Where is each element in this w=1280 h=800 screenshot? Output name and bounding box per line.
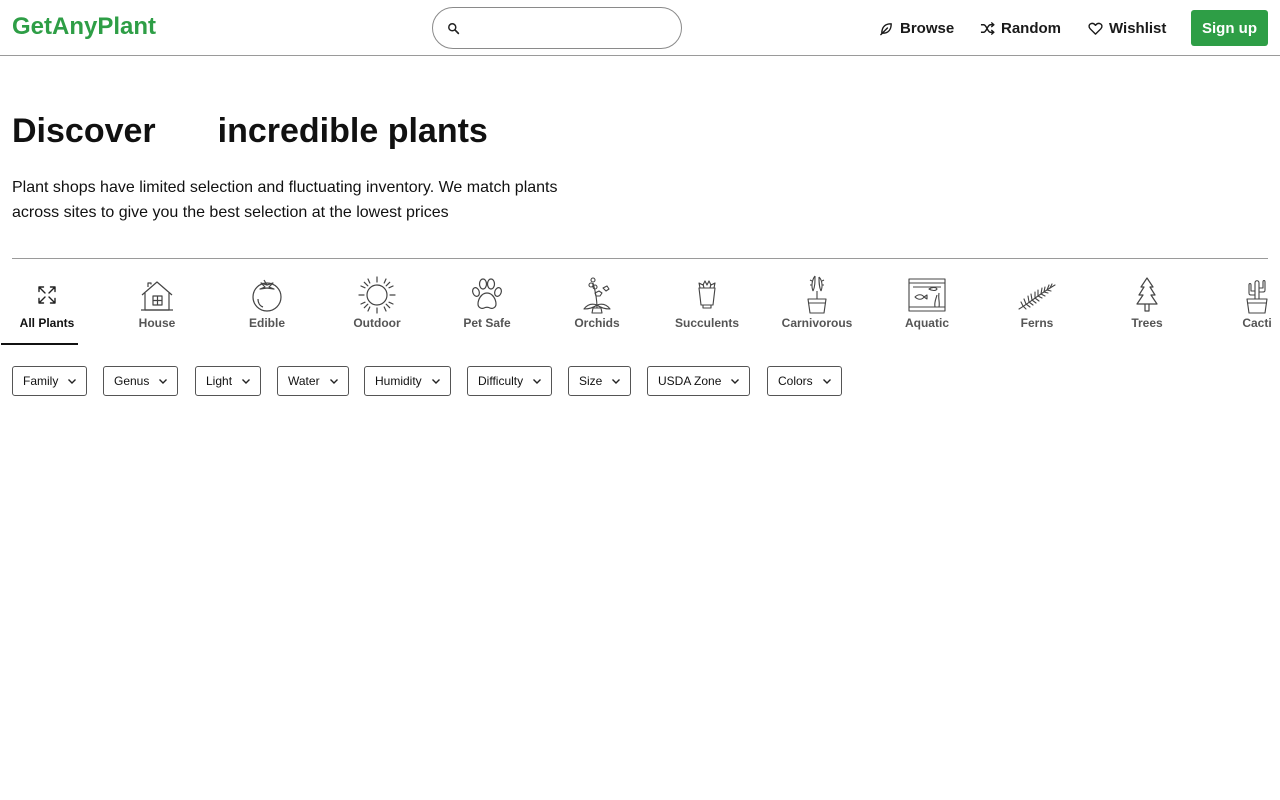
nav-browse-label: Browse xyxy=(900,19,955,37)
filter-label: Humidity xyxy=(375,374,422,388)
expand-arrows-icon xyxy=(38,286,56,304)
category-label: Carnivorous xyxy=(781,316,853,330)
category-aquatic[interactable]: Aquatic xyxy=(872,259,982,347)
filter-label: Water xyxy=(288,374,320,388)
paw-icon xyxy=(472,278,502,309)
category-trees[interactable]: Trees xyxy=(1092,259,1202,347)
chevron-down-icon xyxy=(822,379,831,384)
chevron-down-icon xyxy=(612,379,621,384)
filter-difficulty-dropdown[interactable]: Difficulty xyxy=(467,366,553,396)
nav-wishlist-label: Wishlist xyxy=(1109,19,1167,37)
filter-genus-dropdown[interactable]: Genus xyxy=(103,366,179,396)
filter-usda-zone-dropdown[interactable]: USDA Zone xyxy=(647,366,751,396)
category-edible[interactable]: Edible xyxy=(212,259,322,347)
chevron-down-icon xyxy=(159,379,168,384)
filter-water-dropdown[interactable]: Water xyxy=(277,366,349,396)
nav-browse-link[interactable]: Browse xyxy=(879,17,954,39)
filter-label: Light xyxy=(206,374,233,388)
filter-size-dropdown[interactable]: Size xyxy=(568,366,632,396)
category-label: Outdoor xyxy=(353,316,401,330)
category-label: Trees xyxy=(1131,316,1163,330)
filter-label: Difficulty xyxy=(478,374,524,388)
carnivorous-plant-icon xyxy=(807,275,827,314)
succulent-icon xyxy=(698,280,716,309)
filter-label: Size xyxy=(579,374,603,388)
category-carnivorous[interactable]: Carnivorous xyxy=(762,259,872,347)
filter-label: USDA Zone xyxy=(658,374,722,388)
site-logo[interactable]: GetAnyPlant xyxy=(12,13,156,41)
leaf-icon xyxy=(880,22,892,35)
nav-wishlist-link[interactable]: Wishlist xyxy=(1088,17,1166,39)
category-ferns[interactable]: Ferns xyxy=(982,259,1092,347)
category-house[interactable]: House xyxy=(102,259,212,347)
category-outdoor[interactable]: Outdoor xyxy=(322,259,432,347)
cactus-icon xyxy=(1246,279,1268,314)
tree-icon xyxy=(1136,277,1158,312)
filter-label: Family xyxy=(23,374,59,388)
search-bar[interactable] xyxy=(432,7,682,49)
sun-icon xyxy=(358,276,396,314)
nav-random-link[interactable]: Random xyxy=(980,17,1061,39)
nav-random-label: Random xyxy=(1001,19,1061,37)
category-pet-safe[interactable]: Pet Safe xyxy=(432,259,542,347)
fern-icon xyxy=(1018,283,1056,310)
category-label: Edible xyxy=(248,316,285,330)
category-label: All Plants xyxy=(19,316,75,330)
category-all-plants[interactable]: All Plants xyxy=(0,259,102,347)
filter-colors-dropdown[interactable]: Colors xyxy=(767,366,842,396)
search-input[interactable] xyxy=(467,14,667,42)
aquarium-icon xyxy=(908,278,946,312)
chevron-down-icon xyxy=(431,379,440,384)
category-label: Ferns xyxy=(1020,316,1054,330)
search-icon xyxy=(448,23,460,35)
chevron-down-icon xyxy=(329,379,338,384)
category-label: Pet Safe xyxy=(463,316,511,330)
category-label: Succulents xyxy=(674,316,740,330)
chevron-down-icon xyxy=(68,379,77,384)
hero-subtitle: Plant shops have limited selection and f… xyxy=(12,179,558,221)
filter-label: Colors xyxy=(778,374,813,388)
shuffle-icon xyxy=(980,21,995,35)
filter-label: Genus xyxy=(114,374,150,388)
category-label: Cacti xyxy=(1242,316,1272,330)
tomato-icon xyxy=(252,279,282,312)
heart-icon xyxy=(1088,22,1103,35)
category-cacti[interactable]: Cacti xyxy=(1202,259,1280,347)
filter-bar: Family Genus Light Water Humidity Diffic… xyxy=(0,366,1280,396)
category-label: House xyxy=(138,316,176,330)
house-icon xyxy=(141,281,173,311)
hero-title-part1: Discover xyxy=(12,112,156,150)
signup-button[interactable]: Sign up xyxy=(1191,10,1268,46)
hero-title: Discover incredible plants xyxy=(12,110,488,152)
category-orchids[interactable]: Orchids xyxy=(542,259,652,347)
category-label: Aquatic xyxy=(904,316,949,330)
filter-humidity-dropdown[interactable]: Humidity xyxy=(364,366,451,396)
filter-light-dropdown[interactable]: Light xyxy=(195,366,262,396)
orchid-icon xyxy=(583,277,611,314)
category-bar: All Plants House Edible Outdoor Pet Safe… xyxy=(0,259,1280,347)
category-label: Orchids xyxy=(574,316,620,330)
filter-family-dropdown[interactable]: Family xyxy=(12,366,88,396)
top-navbar: GetAnyPlant Browse Random Wishlist Sign … xyxy=(0,0,1280,56)
chevron-down-icon xyxy=(731,379,740,384)
chevron-down-icon xyxy=(533,379,542,384)
chevron-down-icon xyxy=(242,379,251,384)
category-succulents[interactable]: Succulents xyxy=(652,259,762,347)
hero-title-part2: incredible plants xyxy=(217,112,488,150)
